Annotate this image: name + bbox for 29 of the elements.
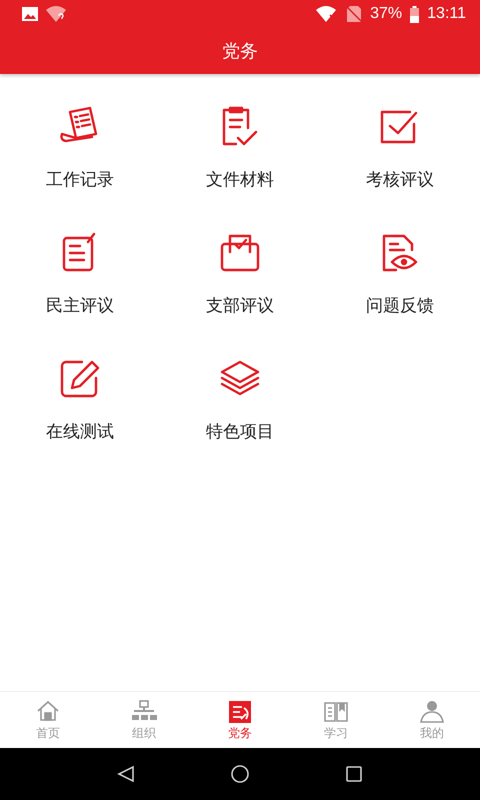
menu-item-label[interactable]: 支部评议: [206, 294, 274, 317]
nav-tab-label: 组织: [132, 724, 156, 742]
wifi-off-icon: [316, 6, 338, 22]
nav-tab-label: 学习: [324, 724, 348, 742]
person-icon: [419, 698, 445, 722]
nav-tab-label: 首页: [36, 724, 60, 742]
menu-item-label[interactable]: 民主评议: [46, 294, 114, 317]
menu-item-label[interactable]: 考核评议: [366, 168, 434, 191]
home-button-icon[interactable]: [230, 764, 250, 784]
wifi-icon: [46, 6, 66, 22]
back-icon[interactable]: [117, 765, 136, 783]
menu-item-label[interactable]: 问题反馈: [366, 294, 434, 317]
menu-item-label[interactable]: 工作记录: [46, 168, 114, 191]
nav-tab[interactable]: 党务: [192, 692, 288, 748]
menu-item-label[interactable]: 文件材料: [206, 168, 274, 191]
hierarchy-icon: [131, 698, 157, 722]
menu-item-label[interactable]: 特色项目: [206, 420, 274, 443]
battery-percentage: 37%: [370, 5, 402, 23]
battery-icon: [410, 6, 420, 22]
home-icon: [35, 698, 61, 722]
menu-item-label[interactable]: 在线测试: [46, 420, 114, 443]
image-icon: [22, 7, 38, 21]
no-sim-icon: [346, 5, 362, 23]
page-title: 党务: [222, 40, 258, 63]
nav-tab-label: 党务: [228, 724, 252, 742]
party-emblem-icon: [227, 698, 253, 722]
nav-tab-label: 我的: [420, 724, 444, 742]
clock-time: 13:11: [427, 5, 466, 23]
recent-apps-icon[interactable]: [344, 765, 363, 783]
